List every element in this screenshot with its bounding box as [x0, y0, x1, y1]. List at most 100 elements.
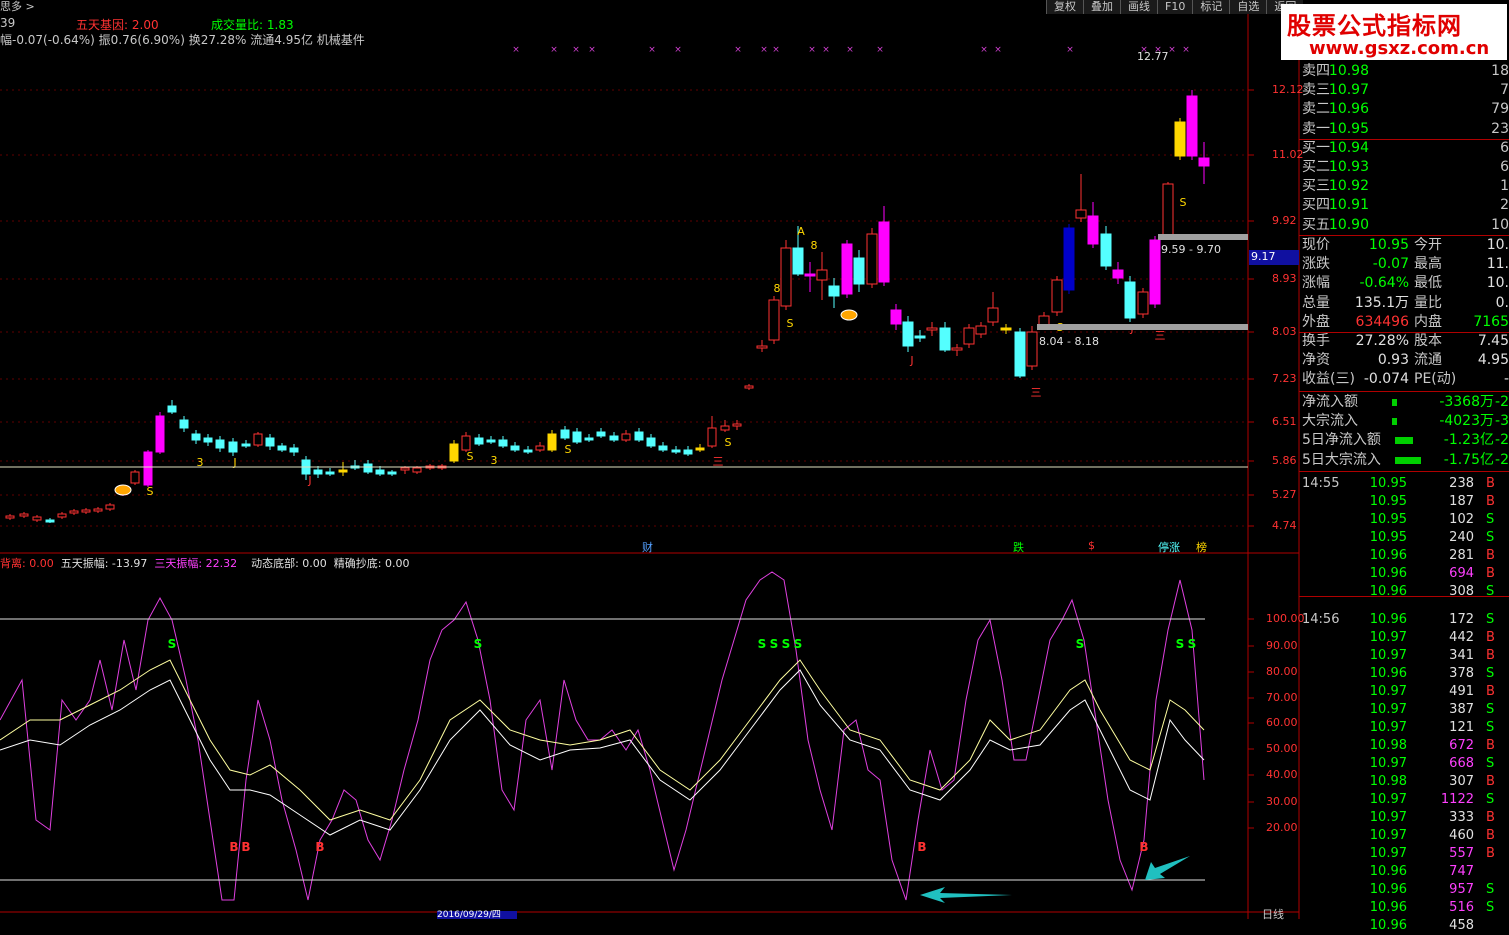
- candle-body[interactable]: [695, 447, 705, 451]
- candle-body[interactable]: [634, 431, 644, 441]
- candle-body[interactable]: [572, 431, 582, 443]
- candle-body[interactable]: [510, 445, 520, 451]
- candle-body[interactable]: [69, 510, 79, 514]
- candle-body[interactable]: [720, 425, 730, 431]
- candle-body[interactable]: [1075, 209, 1087, 219]
- candle-body[interactable]: [914, 335, 926, 339]
- candle-body[interactable]: [130, 471, 140, 484]
- candle-body[interactable]: [878, 221, 890, 283]
- candle-body[interactable]: [265, 437, 275, 447]
- order-book-row[interactable]: 买五 10.90 10: [1299, 216, 1509, 235]
- candle-body[interactable]: [363, 463, 373, 473]
- order-book-row[interactable]: 卖三 10.97 7: [1299, 81, 1509, 100]
- candle-body[interactable]: [400, 467, 410, 471]
- candle-body[interactable]: [658, 445, 668, 451]
- order-book-row[interactable]: 买四 10.91 2: [1299, 196, 1509, 215]
- candle-body[interactable]: [816, 269, 828, 281]
- candle-body[interactable]: [412, 467, 422, 473]
- candle-body[interactable]: [1149, 239, 1161, 305]
- candle-body[interactable]: [853, 257, 865, 285]
- candle-body[interactable]: [707, 427, 717, 447]
- candle-body[interactable]: [498, 439, 508, 447]
- candle-body[interactable]: [387, 471, 397, 475]
- candle-body[interactable]: [841, 243, 853, 295]
- candle-body[interactable]: [744, 385, 754, 389]
- candle-body[interactable]: [1124, 281, 1136, 319]
- candle-body[interactable]: [1063, 227, 1075, 291]
- candle-body[interactable]: [277, 445, 287, 451]
- candle-body[interactable]: [683, 449, 693, 455]
- order-book-row[interactable]: 买二 10.93 6: [1299, 158, 1509, 177]
- candle-body[interactable]: [461, 435, 471, 451]
- candle-body[interactable]: [155, 415, 165, 453]
- candle-body[interactable]: [289, 447, 299, 453]
- candle-body[interactable]: [215, 439, 225, 449]
- candle-body[interactable]: [646, 437, 656, 447]
- nav-fragment[interactable]: 思多 >: [0, 0, 35, 14]
- candle-body[interactable]: [535, 445, 545, 451]
- candle-body[interactable]: [19, 513, 29, 517]
- candle-body[interactable]: [167, 405, 177, 413]
- candle-body[interactable]: [596, 431, 606, 437]
- event-tag-dollar[interactable]: $: [1088, 539, 1095, 552]
- candle-body[interactable]: [975, 325, 987, 335]
- candle-body[interactable]: [1087, 215, 1099, 245]
- candle-body[interactable]: [547, 433, 557, 451]
- event-tag-list[interactable]: 榜: [1196, 539, 1207, 555]
- candle-body[interactable]: [939, 327, 951, 351]
- toolbar-button-1[interactable]: 叠加: [1083, 0, 1120, 14]
- order-book-row[interactable]: 卖四 10.98 18: [1299, 62, 1509, 81]
- candle-body[interactable]: [57, 513, 67, 518]
- candle-body[interactable]: [338, 469, 348, 473]
- candle-body[interactable]: [32, 516, 42, 521]
- toolbar-button-2[interactable]: 画线: [1120, 0, 1157, 14]
- candle-body[interactable]: [81, 509, 91, 513]
- candle-body[interactable]: [313, 469, 323, 475]
- candle-body[interactable]: [325, 471, 335, 475]
- candle-body[interactable]: [732, 423, 742, 427]
- toolbar-button-4[interactable]: 标记: [1192, 0, 1230, 14]
- candle-body[interactable]: [780, 247, 792, 307]
- candle-body[interactable]: [890, 309, 902, 325]
- candle-body[interactable]: [474, 437, 484, 445]
- candle-body[interactable]: [105, 504, 115, 510]
- candle-body[interactable]: [523, 449, 533, 453]
- order-book-row[interactable]: 卖一 10.95 23: [1299, 120, 1509, 139]
- candle-body[interactable]: [792, 247, 804, 275]
- candle-body[interactable]: [1000, 327, 1012, 331]
- event-tag-finance[interactable]: 财: [642, 539, 653, 555]
- candle-body[interactable]: [902, 321, 914, 347]
- order-book-row[interactable]: 买一 10.94 6: [1299, 139, 1509, 158]
- order-book-row[interactable]: 卖二 10.96 79: [1299, 100, 1509, 119]
- candle-body[interactable]: [486, 439, 496, 443]
- toolbar-button-3[interactable]: F10: [1157, 0, 1193, 14]
- candle-body[interactable]: [228, 441, 238, 453]
- candle-body[interactable]: [1162, 183, 1174, 237]
- candle-body[interactable]: [191, 433, 201, 441]
- candle-body[interactable]: [804, 273, 816, 277]
- candle-body[interactable]: [987, 307, 999, 323]
- candle-body[interactable]: [203, 437, 213, 443]
- candle-body[interactable]: [1014, 331, 1026, 377]
- candle-body[interactable]: [1100, 233, 1112, 267]
- candle-body[interactable]: [253, 433, 263, 446]
- candle-body[interactable]: [560, 429, 570, 439]
- event-tag-halt[interactable]: 停涨: [1158, 539, 1180, 555]
- candle-body[interactable]: [1198, 157, 1210, 167]
- candle-body[interactable]: [1026, 331, 1038, 367]
- candle-body[interactable]: [963, 327, 975, 345]
- candle-body[interactable]: [449, 443, 459, 462]
- candle-body[interactable]: [621, 433, 631, 441]
- candle-body[interactable]: [375, 469, 385, 475]
- candle-body[interactable]: [671, 449, 681, 453]
- candle-body[interactable]: [143, 451, 153, 486]
- candle-body[interactable]: [241, 443, 251, 447]
- candle-body[interactable]: [1137, 291, 1149, 315]
- toolbar-button-5[interactable]: 自选: [1229, 0, 1267, 14]
- candle-body[interactable]: [828, 285, 840, 297]
- candle-body[interactable]: [951, 347, 963, 351]
- candle-body[interactable]: [1112, 269, 1124, 279]
- event-tag-drop[interactable]: 跌: [1013, 539, 1024, 555]
- candle-body[interactable]: [45, 519, 55, 523]
- candle-body[interactable]: [1174, 121, 1186, 157]
